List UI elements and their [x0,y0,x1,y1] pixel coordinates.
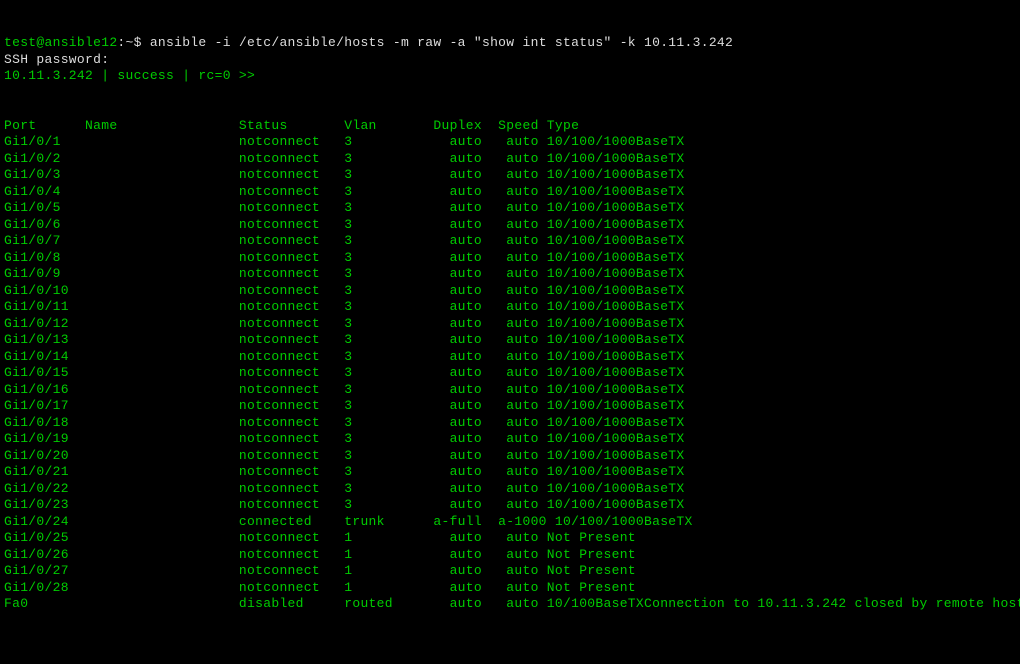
table-row: Gi1/0/13 notconnect 3 auto auto 10/100/1… [4,332,685,347]
table-row: Gi1/0/17 notconnect 3 auto auto 10/100/1… [4,398,685,413]
table-row: Gi1/0/12 notconnect 3 auto auto 10/100/1… [4,316,685,331]
prompt-separator: :~$ [117,35,149,50]
table-row: Gi1/0/15 notconnect 3 auto auto 10/100/1… [4,365,685,380]
terminal-output[interactable]: test@ansible12:~$ ansible -i /etc/ansibl… [4,35,1016,613]
table-row: Gi1/0/10 notconnect 3 auto auto 10/100/1… [4,283,685,298]
table-row: Gi1/0/16 notconnect 3 auto auto 10/100/1… [4,382,685,397]
table-row: Gi1/0/18 notconnect 3 auto auto 10/100/1… [4,415,685,430]
ssh-password-prompt: SSH password: [4,52,109,67]
table-row: Gi1/0/5 notconnect 3 auto auto 10/100/10… [4,200,685,215]
table-row: Gi1/0/14 notconnect 3 auto auto 10/100/1… [4,349,685,364]
table-row: Gi1/0/9 notconnect 3 auto auto 10/100/10… [4,266,685,281]
table-row: Gi1/0/22 notconnect 3 auto auto 10/100/1… [4,481,685,496]
table-row: Gi1/0/7 notconnect 3 auto auto 10/100/10… [4,233,685,248]
table-row: Gi1/0/8 notconnect 3 auto auto 10/100/10… [4,250,685,265]
table-row: Gi1/0/26 notconnect 1 auto auto Not Pres… [4,547,636,562]
table-row: Gi1/0/25 notconnect 1 auto auto Not Pres… [4,530,636,545]
table-row: Gi1/0/23 notconnect 3 auto auto 10/100/1… [4,497,685,512]
ansible-result-line: 10.11.3.242 | success | rc=0 >> [4,68,255,83]
table-row: Gi1/0/21 notconnect 3 auto auto 10/100/1… [4,464,685,479]
table-row: Gi1/0/2 notconnect 3 auto auto 10/100/10… [4,151,685,166]
command-text: ansible -i /etc/ansible/hosts -m raw -a … [150,35,733,50]
table-row: Gi1/0/24 connected trunk a-full a-1000 1… [4,514,693,529]
prompt-user-host: test@ansible12 [4,35,117,50]
table-header: Port Name Status Vlan Duplex Speed Type [4,118,579,133]
connection-closed-message: Connection to 10.11.3.242 closed by remo… [644,596,1020,611]
table-row: Gi1/0/6 notconnect 3 auto auto 10/100/10… [4,217,685,232]
table-row: Gi1/0/3 notconnect 3 auto auto 10/100/10… [4,167,685,182]
table-row: Gi1/0/19 notconnect 3 auto auto 10/100/1… [4,431,685,446]
table-row: Gi1/0/11 notconnect 3 auto auto 10/100/1… [4,299,685,314]
table-row: Gi1/0/27 notconnect 1 auto auto Not Pres… [4,563,636,578]
table-row: Fa0 disabled routed auto auto 10/100Base… [4,596,1020,611]
table-row: Gi1/0/20 notconnect 3 auto auto 10/100/1… [4,448,685,463]
table-row: Gi1/0/4 notconnect 3 auto auto 10/100/10… [4,184,685,199]
table-row: Gi1/0/28 notconnect 1 auto auto Not Pres… [4,580,636,595]
table-row: Gi1/0/1 notconnect 3 auto auto 10/100/10… [4,134,685,149]
